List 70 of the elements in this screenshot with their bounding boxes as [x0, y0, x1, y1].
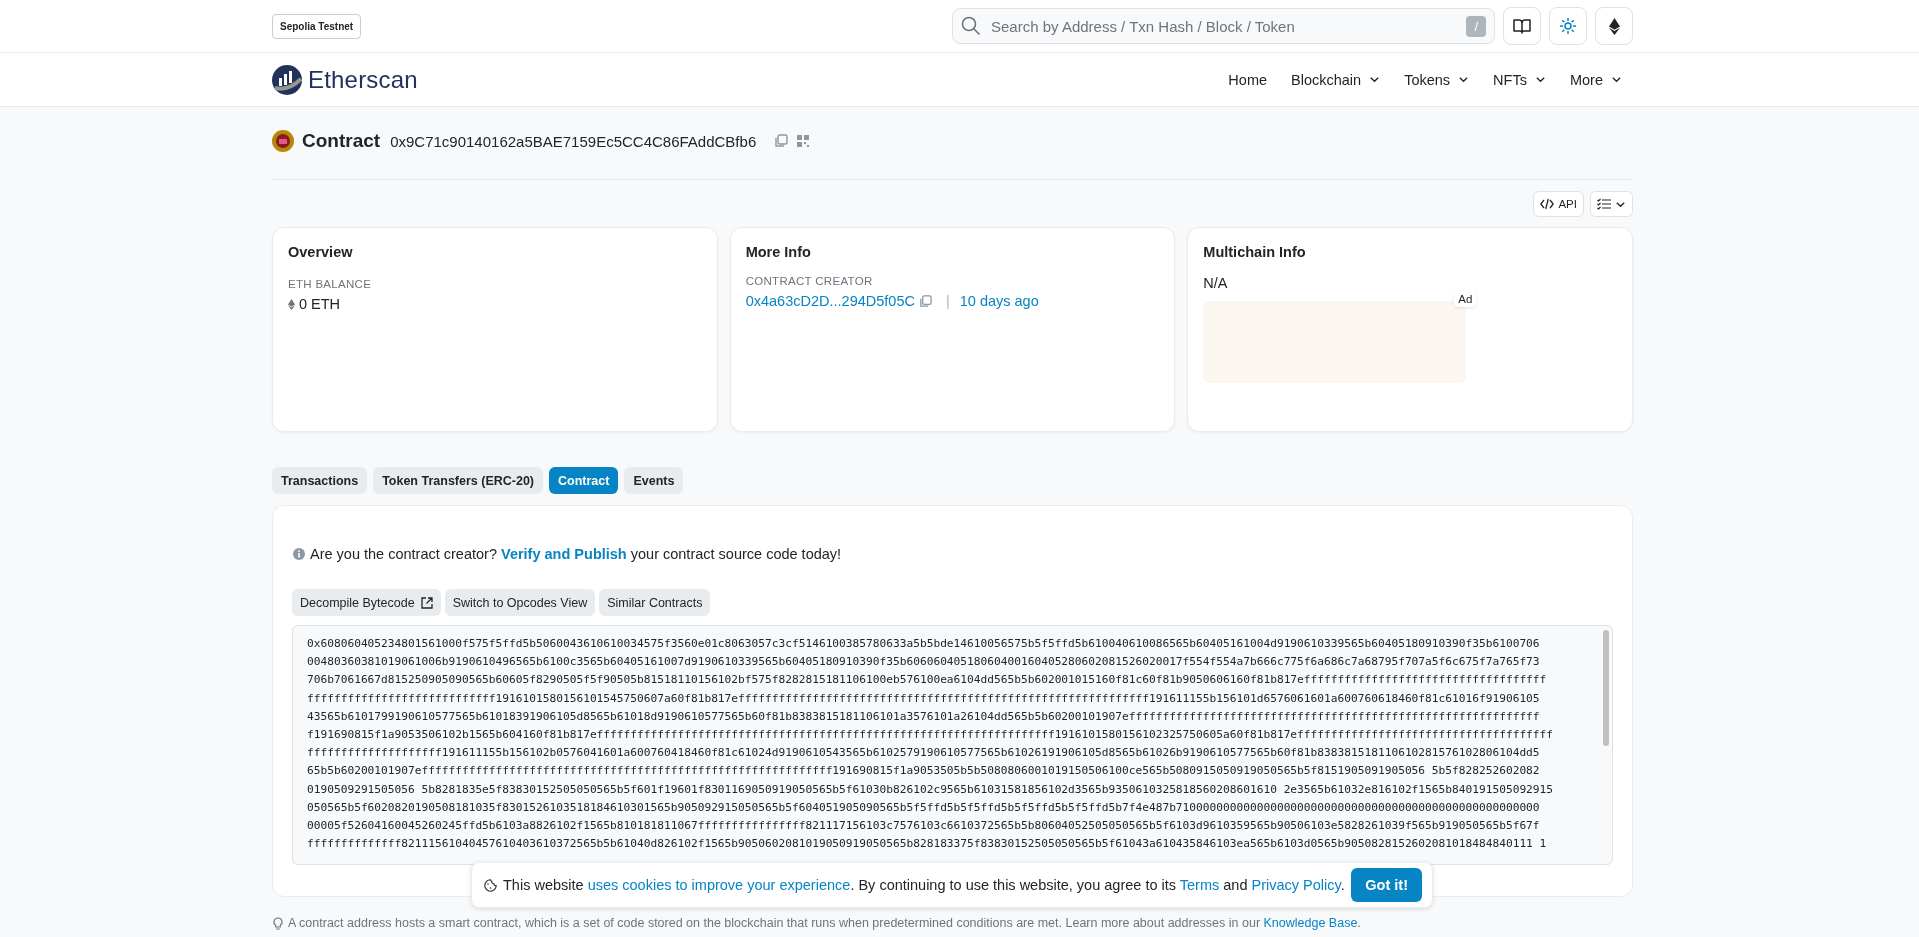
footnote-text: A contract address hosts a smart contract, which is a set of code stored on the blockchain that runs when predetermined conditions are met. Learn more about addresses in our Knowledge Base. — [288, 916, 1361, 930]
search-input[interactable]: Search by Address / Txn Hash / Block / Token — [989, 16, 1459, 36]
privacy-policy-link[interactable]: Privacy Policy — [1251, 877, 1341, 893]
tab[interactable]: Token Transfers (ERC-20) — [373, 467, 544, 494]
code-action-button[interactable]: Switch to Opcodes View — [444, 589, 596, 616]
brand-name: Etherscan — [308, 65, 418, 94]
card-title: Multichain Info — [1203, 244, 1307, 260]
separator: | — [945, 293, 950, 309]
code-icon — [1540, 198, 1555, 210]
contract-address: 0x9C71c90140162a5BAE7159Ec5CC4C86FAddCBfb6 — [390, 132, 757, 150]
code-action-button[interactable]: Similar Contracts — [599, 589, 711, 616]
nav-link[interactable]: More — [1558, 63, 1633, 96]
code-action-button[interactable]: Decompile Bytecode — [292, 589, 441, 616]
nav-link[interactable]: NFTs — [1482, 63, 1557, 96]
copy-icon — [774, 134, 789, 148]
network-badge: Sepolia Testnet — [272, 13, 362, 39]
shortcut-key: / — [1466, 15, 1486, 37]
field-label: ETH BALANCE — [288, 278, 373, 290]
sun-icon — [1560, 18, 1576, 34]
multichain-value: N/A — [1203, 275, 1228, 291]
bytecode-line: 65b5b60200101907efffffffffffffffffffffffffffffffffffffffffffffffffffffffffffff191690815f1a9053505b5b5080806001019150506100ce565b5080915050919050565b5f8151905091905056 5b5f828252602082 — [307, 763, 1541, 780]
api-button[interactable]: API — [1533, 191, 1584, 217]
accept-cookies-button[interactable]: Got it! — [1351, 868, 1422, 902]
scrollbar[interactable] — [1603, 630, 1609, 746]
ad-label: Ad — [1454, 291, 1477, 307]
book-button[interactable] — [1503, 7, 1541, 45]
logo-icon — [272, 64, 302, 95]
bytecode-line: 706b7061667d815250905090565b60605f8290505f5f90505b81518110156102bf575f8282815181106100eb576100ea6104dd565b5b602001015160f81c60f81b9050606160f81b817effffffffffffffffffffffffffffffffffff — [307, 672, 1548, 689]
age-link[interactable]: 10 days ago — [959, 293, 1039, 309]
nav-link[interactable]: Tokens — [1393, 63, 1481, 96]
bytecode-line: 00480360381019061006b9190610496565b6100c3565b60405161007d9190610339565b60405180910390f35b60606040518060400160405280602081526020017f554f554a7b666c775f6a686c7a68795f707a5f6c675f7a765f73 — [307, 654, 1541, 671]
nav-link[interactable]: Home — [1217, 63, 1279, 96]
qr-code-icon — [796, 134, 811, 148]
lightbulb-icon — [272, 916, 284, 930]
book-icon — [1513, 18, 1531, 34]
contract-avatar-icon — [272, 130, 294, 152]
ethereum-icon — [288, 298, 295, 310]
info-icon — [293, 548, 305, 560]
bytecode-line: 00005f52604160045260245ffd5b6103a8826102f1565b810181811067ffffffffffffffff821117156103c7576103c6610372565b5b80604052505050565b5f6103d9610359565b90506103e5828261039f565b919050565b5f67f — [307, 818, 1541, 835]
page-title: Contract — [302, 130, 381, 152]
balance-value: 0 ETH — [299, 296, 341, 312]
bytecode-line: 43565b6101799190610577565b61018391906105d8565b61018d9190610577565b60f81b8383815181106101a3576101a26104dd565b5b60200101907efffffffffffffffffffffffffffffffffffffffffffffffffffffffffffff — [307, 708, 1541, 725]
bytecode-line: 0190509291505056 5b8281835e5f83830152505050565b5f601f19601f8301169050919050565b5f61030b826102c9565b61031581856102d3565b9350610325818560208601610 2e3565b61032e816102f1565b840191505092915 — [307, 781, 1555, 798]
terms-link[interactable]: Terms — [1179, 877, 1220, 893]
checklist-icon — [1597, 198, 1611, 210]
bytecode-line: ffffffffffffff82111561040457610403610372565b5b61040d826102f1565b9050602081019050919050565b828183375f83830152505050565b5f61043a610435846103ea565b6103d0565b9050828152602081018484840111 1 — [307, 836, 1548, 853]
bytecode-line: ffffffffffffffffffffffffffff1916101580156101545750607a60f81b817efffffffffffffffffffffffffffffffffffffffffffffffffffffffffffff191611155b156101d6576061601a600760618460f81c61016f91906105 — [307, 690, 1541, 707]
cookie-icon — [484, 878, 497, 892]
bytecode-line: f191690815f1a9053506102b1565b604160f81b817effffffffffffffffffffffffffffffffffffffffffffffffffffffffffffffffffff1916101580156102325750605a60f81b817effffffffffffffffffffffffffffffffffffff — [307, 727, 1555, 743]
creator-link[interactable]: 0x4a63cD2D...294D5f05C — [745, 293, 915, 309]
bytecode-line: 0x608060405234801561000f575f5ffd5b5060043610610034575f3560e01c8063057c3cf5146100385780633a5b5bde14610056575b5f5ffd5b610040610086565b60405161004d9190610339565b60405180910390f35b6100706 — [307, 636, 1541, 652]
network-button[interactable] — [1595, 7, 1633, 45]
card-title: More Info — [745, 244, 812, 260]
copy-icon — [918, 294, 932, 308]
view-options-button[interactable] — [1590, 191, 1633, 217]
nav-link[interactable]: Blockchain — [1280, 63, 1392, 96]
bytecode-line: ffffffffffffffffffff191611155b156102b0576041601a600760418460f81c61024d9190610543565b6102579190610577565b61026191906105d8565b61026b9190610577565b60f81b838381518110610281576102806104dd5 — [307, 745, 1541, 762]
ethereum-icon — [1608, 17, 1620, 35]
tab[interactable]: Transactions — [272, 467, 368, 494]
tab[interactable]: Events — [624, 467, 684, 494]
search-icon — [961, 16, 981, 36]
tab[interactable]: Contract — [549, 467, 619, 494]
verify-link[interactable]: Verify and Publish — [501, 546, 627, 562]
verify-notice: Are you the contract creator? Verify and Publish your contract source code today! — [310, 546, 842, 562]
theme-button[interactable] — [1549, 7, 1587, 45]
card-title: Overview — [288, 244, 354, 260]
cookie-policy-link[interactable]: uses cookies to improve your experience — [587, 877, 851, 893]
bytecode-line: 050565b5f6020820190508181035f8301526103518184610301565b905092915050565b5f604051905090565b5f5ffd5b5f5ffd5b5f5ffd5b5f5ffd5b7f4e487b710000000000000000000000000000000000000000000000000000 — [307, 799, 1541, 816]
cookie-message: This website uses cookies to improve your experience. By continuing to use this website, you agree to its Terms and Privacy Policy. — [503, 877, 1345, 893]
field-label: CONTRACT CREATOR — [745, 275, 874, 287]
